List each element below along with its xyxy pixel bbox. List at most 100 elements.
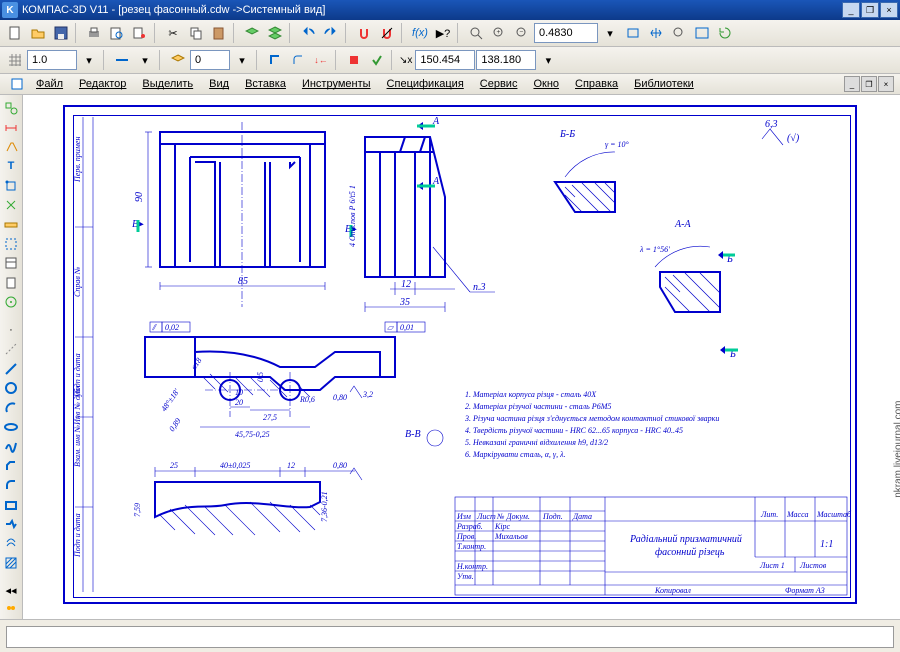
panel-team-icon (1, 601, 21, 619)
zoom-out-button[interactable]: − (511, 22, 533, 44)
edit-tool-button[interactable] (1, 177, 21, 195)
copy-button[interactable] (185, 22, 207, 44)
menu-icon[interactable] (6, 73, 28, 95)
layer-stack-button[interactable] (167, 49, 189, 71)
spline-button[interactable] (1, 437, 21, 455)
svg-text:0,80: 0,80 (333, 461, 347, 470)
zoom-prev-button[interactable] (668, 22, 690, 44)
line-style-dropdown-button[interactable]: ▾ (134, 49, 156, 71)
panel-collapse-button[interactable]: ◂◂ (1, 581, 21, 599)
preview-button[interactable] (106, 22, 128, 44)
zoom-all-button[interactable] (691, 22, 713, 44)
snap-toggle-button[interactable] (353, 22, 375, 44)
param-tool-button[interactable] (1, 196, 21, 214)
help-cursor-button[interactable]: ▶? (432, 22, 454, 44)
report-tool-button[interactable] (1, 274, 21, 292)
undo-button[interactable] (297, 22, 319, 44)
line-style-button[interactable] (111, 49, 133, 71)
layer-toggle-button[interactable] (264, 22, 286, 44)
scale-input[interactable] (27, 50, 77, 70)
svg-text:45,75-0,25: 45,75-0,25 (235, 430, 270, 439)
paste-button[interactable] (208, 22, 230, 44)
variables-button[interactable]: f(x) (409, 22, 431, 44)
svg-text:48°±18': 48°±18' (159, 387, 181, 413)
layer-dropdown-button[interactable]: ▾ (231, 49, 253, 71)
designation-tool-button[interactable] (1, 138, 21, 156)
ellipse-button[interactable] (1, 418, 21, 436)
svg-text:35: 35 (399, 297, 410, 308)
arc-button[interactable] (1, 398, 21, 416)
lcs-button[interactable]: ↓← (310, 49, 332, 71)
svg-text:Дата: Дата (572, 512, 592, 521)
redraw-button[interactable] (714, 22, 736, 44)
minimize-button[interactable]: _ (842, 2, 860, 18)
geometry-tool-button[interactable] (1, 99, 21, 117)
svg-text:№ Докум.: № Докум. (496, 512, 530, 521)
menu-tools[interactable]: Инструменты (294, 76, 379, 92)
dimension-tool-button[interactable] (1, 118, 21, 136)
aux-line-button[interactable] (1, 340, 21, 358)
redo-button[interactable] (320, 22, 342, 44)
coord-dropdown-button[interactable]: ▾ (537, 49, 559, 71)
zoom-dropdown-button[interactable]: ▾ (599, 22, 621, 44)
layer-input[interactable] (190, 50, 230, 70)
menu-editor[interactable]: Редактор (71, 76, 134, 92)
collect-button[interactable] (1, 515, 21, 533)
menu-view[interactable]: Вид (201, 76, 237, 92)
properties-button[interactable] (129, 22, 151, 44)
pan-button[interactable] (645, 22, 667, 44)
toolbar-standard: ✂ f(x) ▶? + − ▾ (0, 20, 900, 47)
zoom-in-button[interactable]: + (488, 22, 510, 44)
command-input[interactable] (6, 626, 894, 648)
close-button[interactable]: × (880, 2, 898, 18)
menu-spec[interactable]: Спецификация (379, 76, 472, 92)
ortho-button[interactable] (264, 49, 286, 71)
snap-off-button[interactable] (376, 22, 398, 44)
layers-button[interactable] (241, 22, 263, 44)
save-button[interactable] (50, 22, 72, 44)
point-button[interactable]: · (1, 321, 21, 339)
coord-y-input[interactable] (476, 50, 536, 70)
circle-button[interactable] (1, 379, 21, 397)
equidist-button[interactable] (1, 534, 21, 552)
fillet-button[interactable] (1, 476, 21, 494)
zoom-fit-button[interactable] (622, 22, 644, 44)
coord-x-input[interactable] (415, 50, 475, 70)
menu-insert[interactable]: Вставка (237, 76, 294, 92)
svg-text:Разраб.: Разраб. (456, 522, 483, 531)
menu-libs[interactable]: Библиотеки (626, 76, 702, 92)
menu-help[interactable]: Справка (567, 76, 626, 92)
hatch-button[interactable] (1, 554, 21, 572)
measure-tool-button[interactable] (1, 215, 21, 233)
rect-button[interactable] (1, 495, 21, 513)
menu-file[interactable]: Файл (28, 76, 71, 92)
text-tool-button[interactable]: Т (1, 157, 21, 175)
mdi-minimize-button[interactable]: _ (844, 76, 860, 92)
views-tool-button[interactable] (1, 293, 21, 311)
apply-button[interactable] (366, 49, 388, 71)
command-panel (0, 619, 900, 652)
zoom-window-button[interactable] (465, 22, 487, 44)
svg-text:Подп и дата: Подп и дата (73, 513, 82, 558)
svg-text:25: 25 (170, 461, 178, 470)
zoom-value-input[interactable] (534, 23, 598, 43)
round-button[interactable] (287, 49, 309, 71)
grid-toggle-button[interactable] (4, 49, 26, 71)
spec-tool-button[interactable] (1, 254, 21, 272)
print-button[interactable] (83, 22, 105, 44)
stop-button[interactable] (343, 49, 365, 71)
maximize-button[interactable]: ❐ (861, 2, 879, 18)
line-button[interactable] (1, 360, 21, 378)
drawing-canvas[interactable]: Перв. примен Справ № Подп и дата Взам. и… (23, 95, 900, 619)
scale-dropdown-button[interactable]: ▾ (78, 49, 100, 71)
menu-service[interactable]: Сервис (472, 76, 526, 92)
chamfer-button[interactable] (1, 457, 21, 475)
select-tool-button[interactable] (1, 235, 21, 253)
menu-window[interactable]: Окно (525, 76, 567, 92)
mdi-restore-button[interactable]: ❐ (861, 76, 877, 92)
new-doc-button[interactable] (4, 22, 26, 44)
cut-button[interactable]: ✂ (162, 22, 184, 44)
menu-select[interactable]: Выделить (134, 76, 201, 92)
mdi-close-button[interactable]: × (878, 76, 894, 92)
open-button[interactable] (27, 22, 49, 44)
